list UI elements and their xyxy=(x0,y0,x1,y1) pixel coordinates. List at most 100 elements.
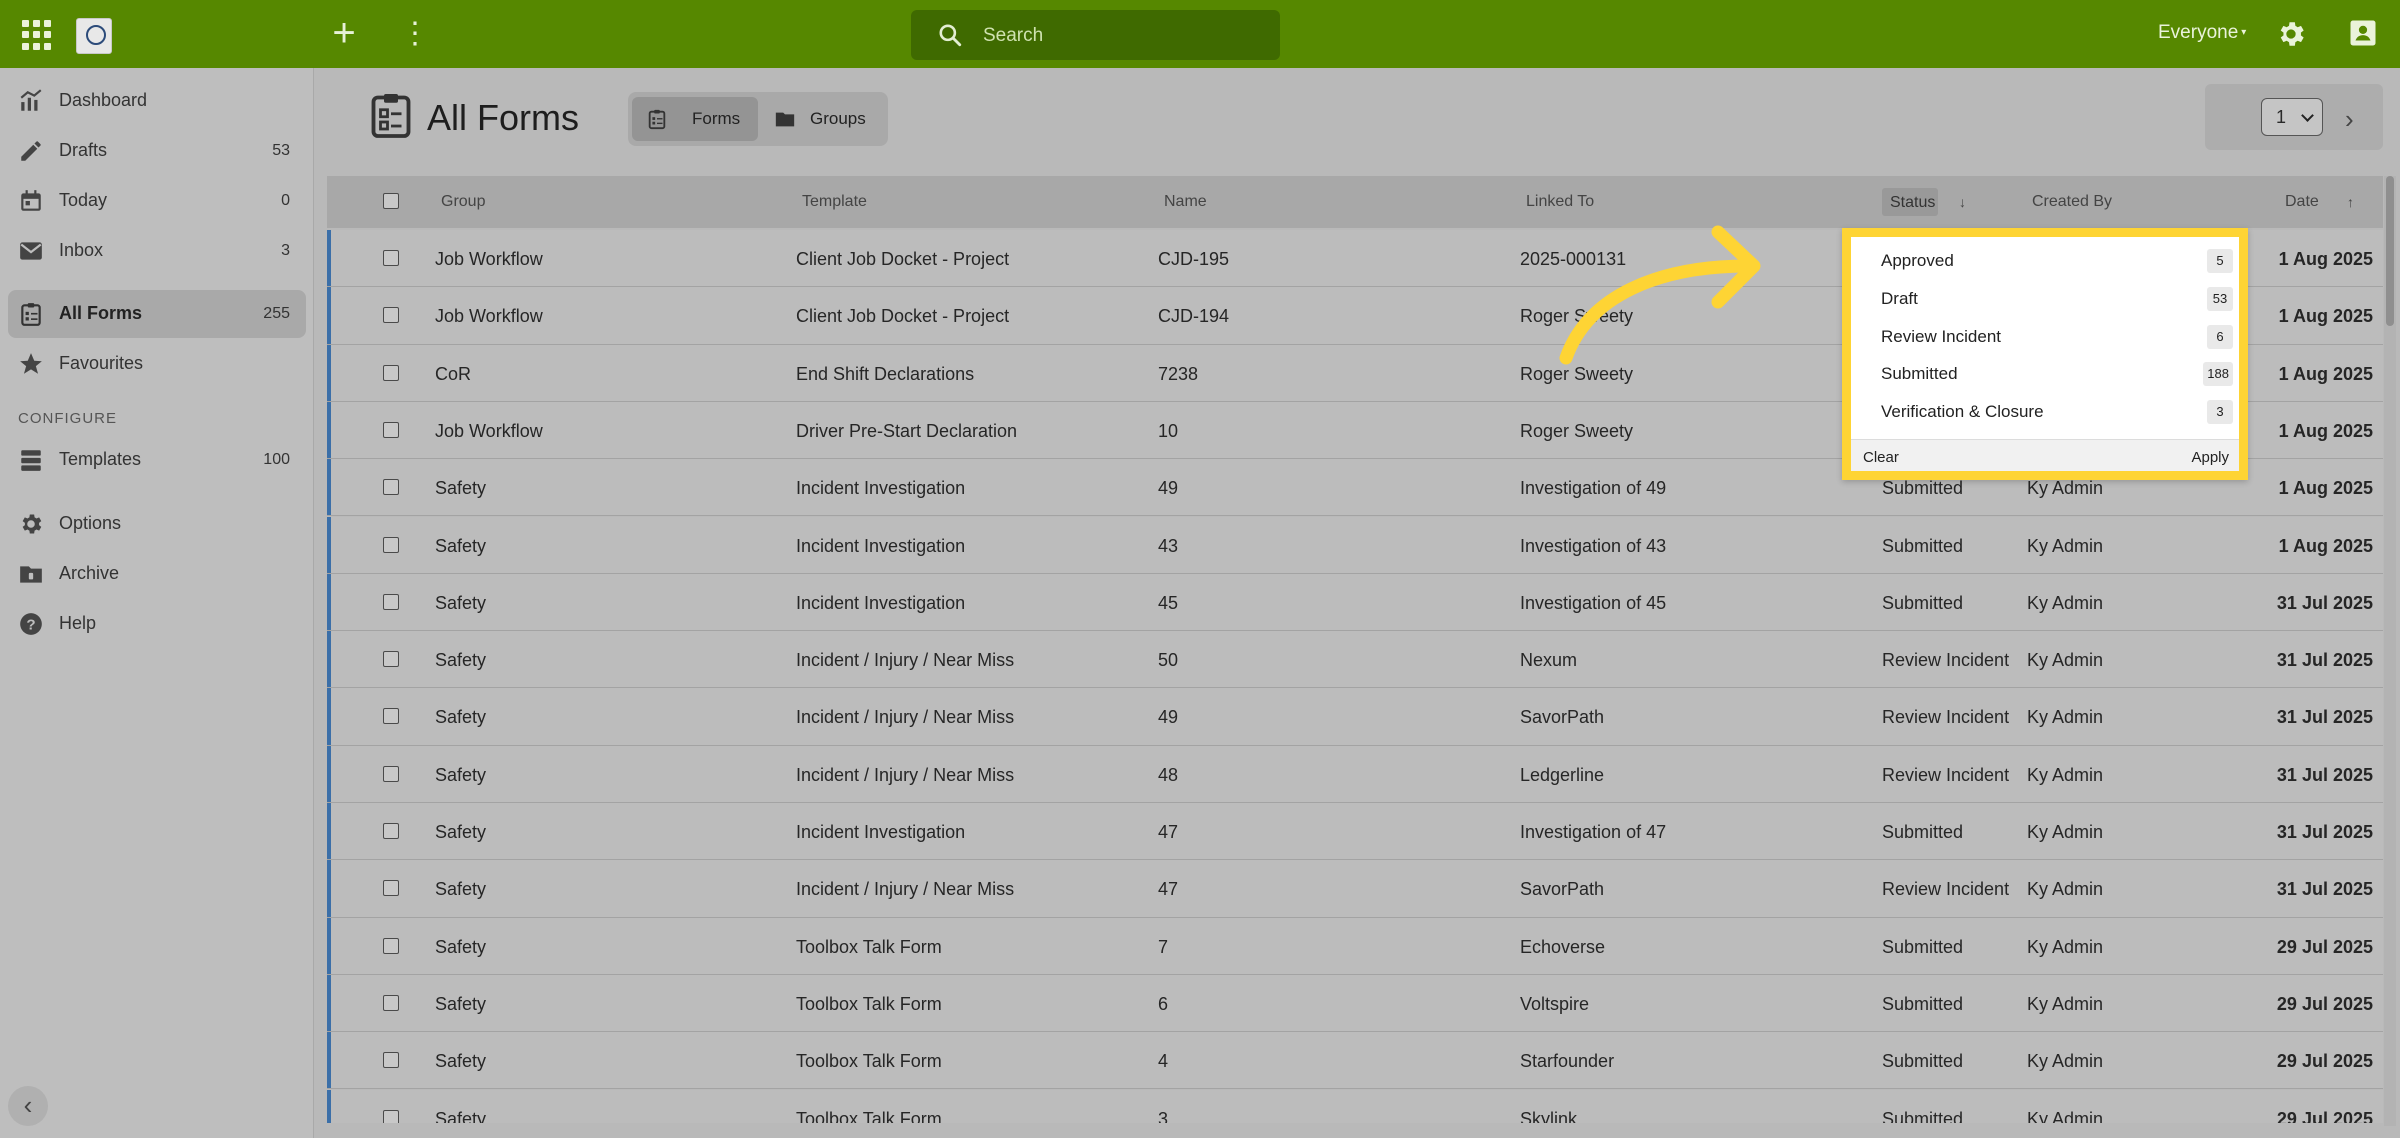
row-checkbox[interactable] xyxy=(383,1052,399,1069)
filter-option-submitted[interactable]: Submitted 188 xyxy=(1851,355,2239,393)
cell-status: Submitted xyxy=(1882,936,1964,957)
cell-date: 1 Aug 2025 xyxy=(2278,420,2373,441)
row-checkbox[interactable] xyxy=(383,708,399,725)
clear-filter-button[interactable]: Clear xyxy=(1863,449,1899,466)
sort-asc-icon[interactable]: ↑ xyxy=(2347,194,2354,210)
cell-status: Submitted xyxy=(1882,822,1964,842)
sidebar-item-all-forms[interactable]: All Forms 255 xyxy=(8,290,306,338)
filter-option-count: 3 xyxy=(2207,400,2233,424)
row-checkbox[interactable] xyxy=(383,479,399,496)
table-row[interactable]: Safety Incident / Injury / Near Miss 49 Sav… xyxy=(327,688,2383,746)
row-checkbox[interactable] xyxy=(383,421,399,438)
column-header-template[interactable]: Template xyxy=(802,193,867,211)
account-icon[interactable] xyxy=(2348,18,2378,48)
row-checkbox[interactable] xyxy=(383,765,399,782)
search-input[interactable]: Search xyxy=(983,25,1043,47)
filter-option-approved[interactable]: Approved 5 xyxy=(1851,242,2239,280)
cell-created-by: Ky Admin xyxy=(2027,936,2104,957)
sidebar-item-archive[interactable]: Archive xyxy=(8,550,306,598)
table-row[interactable]: Safety Toolbox Talk Form 7 Echoverse Submitt… xyxy=(327,917,2383,975)
cell-created-by: Ky Admin xyxy=(2027,822,2104,842)
clipboard-icon xyxy=(21,303,41,326)
sidebar-item-drafts[interactable]: Drafts 53 xyxy=(8,127,306,175)
row-checkbox[interactable] xyxy=(383,994,399,1011)
search-box[interactable]: Search xyxy=(911,10,1280,60)
sidebar-item-inbox[interactable]: Inbox 3 xyxy=(8,227,306,275)
apply-filter-button[interactable]: Apply xyxy=(2191,449,2229,466)
tab-forms[interactable]: Forms xyxy=(632,97,758,141)
column-header-status[interactable]: Status xyxy=(1882,188,1938,216)
cell-name: 10 xyxy=(1158,420,1179,441)
column-header-linked-to[interactable]: Linked To xyxy=(1526,193,1594,211)
row-checkbox[interactable] xyxy=(383,364,399,381)
row-checkbox[interactable] xyxy=(383,307,399,324)
cell-date: 1 Aug 2025 xyxy=(2278,363,2373,384)
row-checkbox[interactable] xyxy=(383,937,399,954)
row-checkbox[interactable] xyxy=(383,823,399,839)
row-checkbox[interactable] xyxy=(383,880,399,897)
cell-created-by: Ky Admin xyxy=(2027,1108,2104,1124)
sidebar-item-label: Archive xyxy=(59,563,120,583)
cell-template: Toolbox Talk Form xyxy=(796,993,942,1014)
scrollbar-thumb[interactable] xyxy=(2386,176,2394,326)
sidebar-item-options[interactable]: Options xyxy=(8,500,306,548)
clipboard-icon xyxy=(648,109,666,130)
cell-name: 48 xyxy=(1158,764,1179,785)
configure-section-label: CONFIGURE xyxy=(18,410,117,427)
cell-status: Review Incident xyxy=(1882,764,2010,785)
table-row[interactable]: Safety Incident Investigation 45 Investigat… xyxy=(327,573,2383,632)
table-row[interactable]: Safety Incident Investigation 47 Investigat… xyxy=(327,803,2383,861)
column-header-date[interactable]: Date xyxy=(2285,193,2319,211)
tab-groups[interactable]: Groups xyxy=(762,97,884,141)
add-icon[interactable]: + xyxy=(326,13,362,53)
cell-group: Safety xyxy=(435,592,487,613)
sidebar-item-favourites[interactable]: Favourites xyxy=(8,340,306,388)
cell-date: 1 Aug 2025 xyxy=(2278,249,2373,269)
row-checkbox[interactable] xyxy=(383,651,399,668)
page-select[interactable]: 1 xyxy=(2261,98,2323,136)
row-checkbox[interactable] xyxy=(383,1109,399,1123)
tab-forms-label: Forms xyxy=(692,109,741,128)
gear-icon xyxy=(22,514,42,534)
select-all-checkbox[interactable] xyxy=(383,193,399,209)
sidebar-item-dashboard[interactable]: Dashboard xyxy=(8,77,306,125)
svg-text:?: ? xyxy=(26,616,35,633)
row-checkbox[interactable] xyxy=(383,250,399,266)
chevron-right-icon[interactable]: › xyxy=(2345,104,2354,135)
cell-linked-to: Investigation of 47 xyxy=(1520,822,1667,842)
table-row[interactable]: Safety Incident / Injury / Near Miss 50 Nex… xyxy=(327,631,2383,689)
sidebar-item-label: All Forms xyxy=(59,303,143,323)
table-row[interactable]: Safety Toolbox Talk Form 4 Starfounder Submi… xyxy=(327,1032,2383,1090)
sort-desc-icon[interactable]: ↓ xyxy=(1959,194,1966,210)
filter-option-review-incident[interactable]: Review Incident 6 xyxy=(1851,318,2239,356)
column-header-name[interactable]: Name xyxy=(1164,193,1207,211)
cell-name: 4 xyxy=(1158,1051,1169,1072)
table-row[interactable]: Safety Toolbox Talk Form 3 Skylink Submitted… xyxy=(327,1089,2383,1124)
row-checkbox[interactable] xyxy=(383,593,399,610)
table-row[interactable]: Safety Toolbox Talk Form 6 Voltspire Submitt… xyxy=(327,974,2383,1033)
sidebar-item-help[interactable]: ? Help xyxy=(8,600,306,648)
collapse-sidebar-button[interactable]: ‹ xyxy=(8,1086,48,1126)
filter-option-draft[interactable]: Draft 53 xyxy=(1851,280,2239,318)
row-checkbox[interactable] xyxy=(383,536,399,553)
sidebar-item-templates[interactable]: Templates 100 xyxy=(8,436,306,484)
table-row[interactable]: Safety Incident Investigation 43 Investigat… xyxy=(327,516,2383,574)
cell-template: Incident / Injury / Near Miss xyxy=(796,879,1015,900)
audience-dropdown[interactable]: Everyone ▾ xyxy=(2158,22,2246,44)
company-logo[interactable] xyxy=(76,18,112,54)
table-row[interactable]: Safety Incident / Injury / Near Miss 47 Sav… xyxy=(327,860,2383,918)
cell-group: Safety xyxy=(435,1051,487,1072)
column-header-group[interactable]: Group xyxy=(441,193,485,211)
column-header-created-by[interactable]: Created By xyxy=(2032,193,2112,211)
pencil-icon xyxy=(21,141,41,161)
more-vert-icon[interactable]: ⋮ xyxy=(400,18,430,52)
settings-gear-icon[interactable] xyxy=(2275,18,2307,50)
cell-name: 49 xyxy=(1158,707,1179,728)
filter-option-verification-closure[interactable]: Verification & Closure 3 xyxy=(1851,393,2239,431)
table-row[interactable]: Safety Incident / Injury / Near Miss 48 Led… xyxy=(327,745,2383,803)
table-scrollbar[interactable] xyxy=(2384,176,2396,1126)
sidebar-item-today[interactable]: Today 0 xyxy=(8,177,306,225)
apps-grid-icon[interactable] xyxy=(22,20,52,50)
cell-template: Incident Investigation xyxy=(796,592,966,613)
cell-template: Incident Investigation xyxy=(796,822,966,842)
